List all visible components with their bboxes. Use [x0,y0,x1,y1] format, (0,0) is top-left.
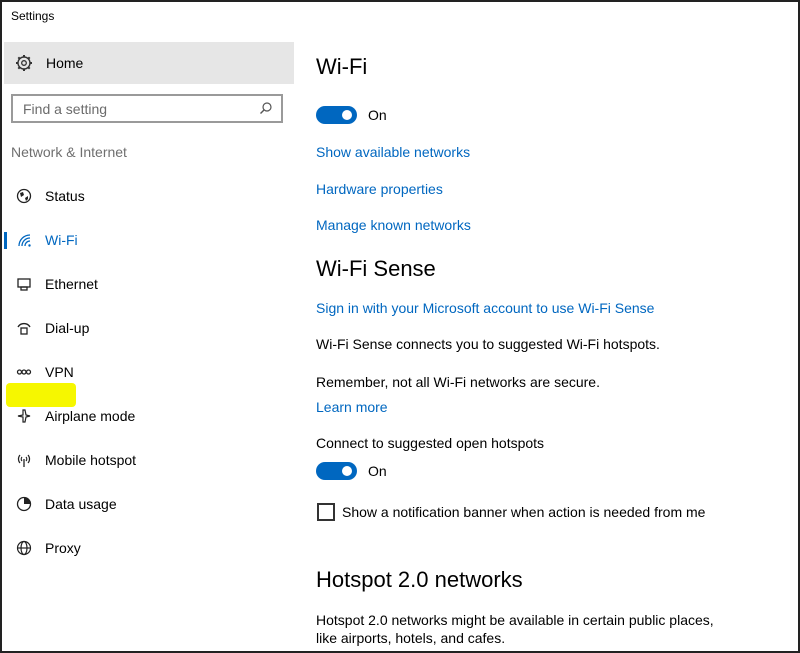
wifi-title: Wi-Fi [316,54,368,79]
settings-window: Settings Home Network & Internet Status [0,0,800,653]
sidebar-item-dialup[interactable]: Dial-up [2,310,296,346]
sidebar-item-label: Mobile hotspot [45,452,137,468]
toggle-knob [342,110,352,120]
window-title: Settings [11,9,55,23]
toggle-knob [342,466,352,476]
connect-hotspots-toggle-label: On [368,463,387,479]
status-globe-icon [14,186,34,206]
show-available-networks-link[interactable]: Show available networks [316,144,470,160]
home-label: Home [46,55,84,71]
hotspot-description-line2: like airports, hotels, and cafes. [316,630,506,646]
gear-icon [14,53,34,73]
main-content: Wi-Fi On Show available networks Hardwar… [316,34,796,651]
wifi-toggle[interactable] [316,106,357,124]
sidebar-item-ethernet[interactable]: Ethernet [2,266,296,302]
sidebar-item-mobile-hotspot[interactable]: Mobile hotspot [2,442,296,478]
wifi-sense-title: Wi-Fi Sense [316,256,436,281]
airplane-icon [14,406,34,426]
sidebar-item-label: Airplane mode [45,408,136,424]
search-box[interactable] [11,94,283,123]
wifi-sense-description: Wi-Fi Sense connects you to suggested Wi… [316,336,660,352]
sidebar-item-proxy[interactable]: Proxy [2,530,296,566]
manage-known-networks-link[interactable]: Manage known networks [316,217,471,233]
sign-in-link[interactable]: Sign in with your Microsoft account to u… [316,300,654,316]
search-icon[interactable] [259,101,275,117]
sidebar-item-label: Status [45,188,85,204]
connect-hotspots-label: Connect to suggested open hotspots [316,435,545,451]
sidebar-item-status[interactable]: Status [2,178,296,214]
learn-more-link[interactable]: Learn more [316,399,388,415]
connect-hotspots-toggle[interactable] [316,462,357,480]
active-indicator [4,232,7,249]
home-button[interactable]: Home [4,42,294,84]
sidebar-item-label: Wi-Fi [45,232,78,248]
hotspot-title: Hotspot 2.0 networks [316,567,523,592]
notification-banner-checkbox[interactable] [317,503,335,521]
ethernet-icon [14,274,34,294]
sidebar-item-data-usage[interactable]: Data usage [2,486,296,522]
wifi-icon [14,230,34,250]
vpn-icon [14,362,34,382]
sidebar-item-label: Dial-up [45,320,90,336]
search-input[interactable] [23,100,243,117]
sidebar-item-airplane-mode[interactable]: Airplane mode [2,398,296,434]
sidebar-item-label: Ethernet [45,276,98,292]
notification-banner-label[interactable]: Show a notification banner when action i… [342,504,705,520]
sidebar: Home Network & Internet Status Wi-Fi [2,34,296,651]
hardware-properties-link[interactable]: Hardware properties [316,181,443,197]
sidebar-item-label: Proxy [45,540,81,556]
hotspot-description-line1: Hotspot 2.0 networks might be available … [316,612,714,628]
hotspot-icon [14,450,34,470]
globe-icon [14,538,34,558]
sidebar-item-label: Data usage [45,496,117,512]
sidebar-item-wifi[interactable]: Wi-Fi [2,222,296,258]
section-label: Network & Internet [11,144,127,160]
wifi-sense-warning: Remember, not all Wi-Fi networks are sec… [316,374,600,390]
sidebar-item-label: VPN [45,364,74,380]
wifi-toggle-label: On [368,107,387,123]
data-usage-icon [14,494,34,514]
dialup-icon [14,318,34,338]
sidebar-item-vpn[interactable]: VPN [2,354,296,390]
